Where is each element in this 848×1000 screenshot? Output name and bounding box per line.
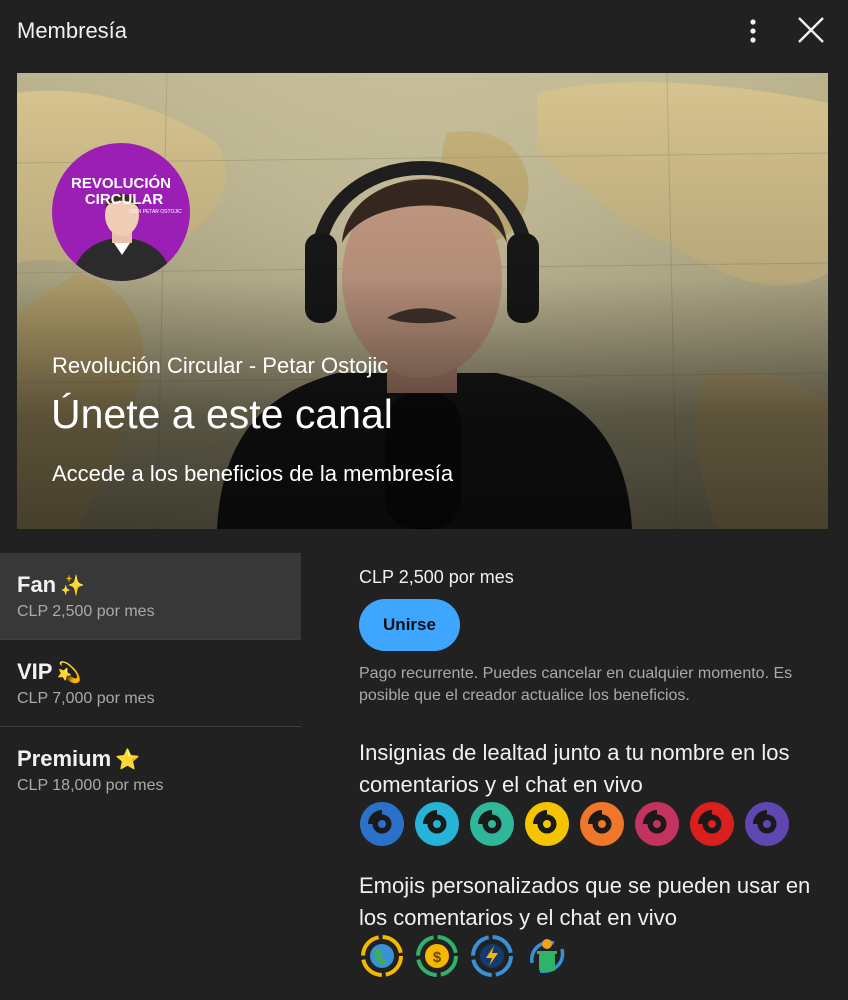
channel-banner: REVOLUCIÓN CIRCULAR CON PETAR OSTOJIC Re…: [17, 73, 828, 529]
more-vertical-icon: [750, 19, 756, 43]
sparkles-emoji: ✨: [60, 575, 86, 597]
billing-note: Pago recurrente. Puedes cancelar en cual…: [359, 665, 793, 704]
money-recycle-icon: $: [416, 935, 458, 977]
trash-gear-icon: [530, 939, 565, 973]
dizzy-emoji: 💫: [56, 662, 82, 684]
channel-logo: REVOLUCIÓN CIRCULAR CON PETAR OSTOJIC: [52, 143, 190, 281]
tier-price-fan: CLP 2,500 por mes: [17, 603, 155, 620]
tier-vip[interactable]: VIP 💫 CLP 7,000 por mes: [0, 640, 301, 727]
logo-text-2: CIRCULAR: [85, 191, 163, 208]
tier-name-premium: Premium ⭐: [17, 746, 141, 771]
tier-list: Fan ✨ CLP 2,500 por mes VIP 💫 CLP 7,000 po…: [0, 553, 301, 813]
loyalty-badge-icon: [360, 802, 404, 846]
logo-text-1: REVOLUCIÓN: [71, 174, 171, 192]
perk-custom-emojis: Emojis personalizados que se pueden usar…: [359, 873, 811, 930]
loyalty-badge-icon: [745, 802, 789, 846]
tier-premium[interactable]: Premium ⭐ CLP 18,000 por mes: [0, 727, 301, 813]
dialog-title: Membresía: [17, 18, 128, 43]
dialog-header: Membresía: [0, 0, 848, 64]
earth-recycle-icon: [361, 935, 403, 977]
loyalty-badge-icon: [580, 802, 624, 846]
star-emoji: ⭐: [115, 749, 141, 771]
tier-price-premium: CLP 18,000 por mes: [17, 777, 164, 794]
custom-emojis-row: $: [359, 933, 570, 979]
loyalty-badges-row: [359, 801, 790, 847]
tier-fan[interactable]: Fan ✨ CLP 2,500 por mes: [0, 553, 301, 640]
perk-loyalty-badges: Insignias de lealtad junto a tu nombre e…: [359, 740, 790, 797]
channel-name: Revolución Circular - Petar Ostojic: [52, 353, 389, 378]
tier-name-vip: VIP 💫: [17, 659, 82, 684]
join-button[interactable]: Unirse: [359, 599, 460, 651]
energy-recycle-icon: [471, 935, 513, 977]
loyalty-badge-icon: [415, 802, 459, 846]
logo-text-3: CON PETAR OSTOJIC: [130, 209, 182, 215]
close-icon: [798, 17, 824, 43]
svg-text:$: $: [433, 949, 442, 966]
tier-price-vip: CLP 7,000 por mes: [17, 690, 155, 707]
loyalty-badge-icon: [690, 802, 734, 846]
selected-tier-price: CLP 2,500 por mes: [359, 567, 514, 587]
loyalty-badge-icon: [525, 802, 569, 846]
join-channel-subtitle: Accede a los beneficios de la membresía: [52, 461, 454, 486]
more-options-button[interactable]: [738, 14, 768, 48]
loyalty-badge-icon: [635, 802, 679, 846]
tier-name-fan: Fan ✨: [17, 572, 86, 597]
join-channel-title: Únete a este canal: [51, 391, 393, 437]
loyalty-badge-icon: [470, 802, 514, 846]
close-button[interactable]: [793, 12, 829, 48]
